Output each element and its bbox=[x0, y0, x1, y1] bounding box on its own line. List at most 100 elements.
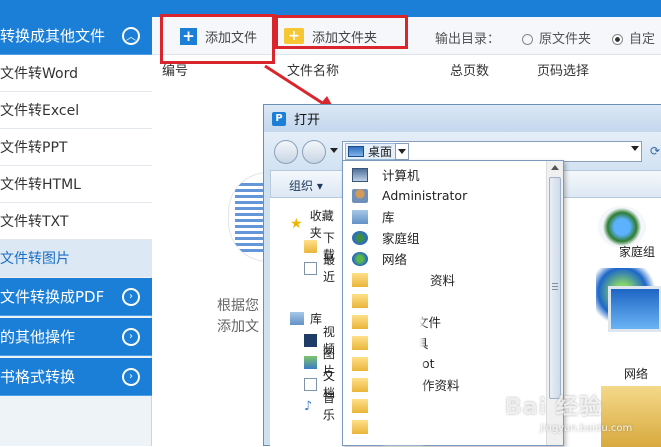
sidebar-item-label: 文件转TXT bbox=[0, 214, 69, 230]
dropdown-item-computer[interactable]: 计算机 bbox=[343, 164, 543, 185]
network-monitor-icon[interactable] bbox=[608, 286, 661, 332]
dialog-title: 打开 bbox=[294, 113, 321, 128]
radio-icon bbox=[522, 34, 533, 45]
music-icon: ♪ bbox=[304, 398, 313, 414]
hint-line: 添加文 bbox=[217, 319, 259, 335]
history-dropdown-icon[interactable] bbox=[330, 148, 338, 153]
sidebar-category-label: 文件转换成PDF bbox=[0, 288, 105, 306]
chevron-right-icon: › bbox=[122, 287, 140, 306]
folder-icon bbox=[352, 377, 368, 392]
user-icon bbox=[352, 188, 368, 203]
highlight-box-add-folder bbox=[275, 15, 408, 49]
sidebar-top-strip bbox=[0, 0, 152, 17]
desktop-icon bbox=[348, 146, 364, 157]
sidebar-item-label: 文件转HTML bbox=[0, 177, 81, 193]
dialog-nav-pane: ★ 收藏夹 下载 最近 库 视频 图片 文档 ♪ 音乐 bbox=[270, 198, 346, 447]
sidebar-category-convert-other[interactable]: 转换成其他文件 ︿ bbox=[0, 17, 152, 55]
forward-button[interactable] bbox=[302, 140, 326, 164]
dropdown-item-folder[interactable]: 文件 bbox=[343, 311, 543, 332]
folder-icon bbox=[352, 419, 368, 434]
folder-icon bbox=[352, 335, 368, 350]
redacted-area bbox=[383, 269, 423, 444]
dropdown-item-homegroup[interactable]: 家庭组 bbox=[343, 227, 543, 248]
video-icon bbox=[304, 333, 317, 347]
scroll-up-icon[interactable] bbox=[551, 165, 559, 170]
chevron-up-icon: ︿ bbox=[122, 26, 140, 45]
chevron-right-icon: › bbox=[122, 367, 140, 386]
recent-icon bbox=[304, 261, 317, 275]
watermark-logo: Bai 经验 bbox=[505, 395, 602, 420]
homegroup-label: 家庭组 bbox=[619, 245, 656, 259]
sidebar-item-html[interactable]: 文件转HTML bbox=[0, 166, 152, 203]
sidebar-item-txt[interactable]: 文件转TXT bbox=[0, 203, 152, 240]
sidebar-category-other-ops[interactable]: 的其他操作 › bbox=[0, 318, 152, 356]
document-icon bbox=[304, 377, 317, 391]
nav-libraries[interactable]: 库 bbox=[290, 308, 322, 328]
dropdown-item-label: Administrator bbox=[382, 188, 468, 203]
sidebar-item-image[interactable]: 文件转图片 bbox=[0, 240, 152, 277]
dropdown-item-label: 库 bbox=[382, 210, 395, 225]
folder-icon bbox=[352, 356, 368, 371]
folder-icon[interactable] bbox=[601, 386, 661, 447]
library-icon bbox=[290, 311, 304, 325]
sidebar-item-label: 文件转图片 bbox=[0, 251, 70, 267]
sidebar: 转换成其他文件 ︿ 文件转Word 文件转Excel 文件转PPT 文件转HTM… bbox=[0, 0, 152, 446]
sidebar-item-label: 文件转PPT bbox=[0, 140, 68, 156]
address-dropdown-icon[interactable] bbox=[631, 146, 639, 151]
folder-icon bbox=[352, 398, 368, 413]
sidebar-item-label: 文件转Word bbox=[0, 66, 78, 82]
back-button[interactable] bbox=[274, 140, 298, 164]
sidebar-item-excel[interactable]: 文件转Excel bbox=[0, 92, 152, 129]
address-crumb-desktop[interactable]: 桌面 bbox=[345, 143, 398, 160]
empty-document-illustration bbox=[228, 172, 268, 262]
grip-icon bbox=[552, 283, 558, 291]
crumb-dropdown-button[interactable] bbox=[395, 143, 409, 160]
dropdown-item-library[interactable]: 库 bbox=[343, 206, 543, 227]
col-number: 编号 bbox=[162, 64, 189, 79]
watermark-url: jingyan.baidu.com bbox=[540, 423, 633, 434]
dropdown-item-label: 计算机 bbox=[382, 168, 420, 183]
library-icon bbox=[352, 209, 368, 224]
radio-custom[interactable]: 自定 bbox=[612, 28, 655, 47]
radio-original-folder[interactable]: 原文件夹 bbox=[522, 28, 591, 47]
dropdown-item-label: 网络 bbox=[382, 252, 408, 267]
folder-icon bbox=[304, 239, 317, 253]
network-label: 网络 bbox=[624, 367, 649, 381]
dropdown-item-administrator[interactable]: Administrator bbox=[343, 185, 543, 206]
empty-state-hint: 根据您 添加文 bbox=[217, 296, 259, 338]
homegroup-icon[interactable] bbox=[598, 206, 646, 248]
folder-icon bbox=[352, 272, 368, 287]
radio-selected-icon bbox=[612, 34, 623, 45]
network-icon bbox=[352, 251, 368, 266]
hint-line: 根据您 bbox=[217, 298, 259, 314]
app-logo-icon: P bbox=[272, 111, 286, 126]
nav-recent[interactable]: 最近 bbox=[304, 253, 345, 284]
scroll-thumb[interactable] bbox=[549, 177, 561, 399]
nav-music[interactable]: ♪ 音乐 bbox=[304, 391, 345, 422]
star-icon: ★ bbox=[290, 216, 303, 232]
dropdown-item-folder[interactable]: ot bbox=[343, 353, 543, 374]
col-total-pages: 总页数 bbox=[450, 64, 490, 79]
chevron-down-icon bbox=[398, 149, 406, 154]
organize-button[interactable]: 组织 ▾ bbox=[289, 177, 323, 194]
sidebar-category-ebook[interactable]: 书格式转换 › bbox=[0, 358, 152, 396]
dropdown-item-folder[interactable]: 具 bbox=[343, 332, 543, 353]
sidebar-category-label: 转换成其他文件 bbox=[0, 27, 106, 45]
folder-icon bbox=[352, 293, 368, 308]
dropdown-item-folder[interactable]: 资料 bbox=[343, 269, 543, 290]
sidebar-item-ppt[interactable]: 文件转PPT bbox=[0, 129, 152, 166]
homegroup-icon bbox=[352, 230, 368, 245]
dropdown-item-folder[interactable] bbox=[343, 290, 543, 311]
sidebar-category-to-pdf[interactable]: 文件转换成PDF › bbox=[0, 278, 152, 316]
sidebar-item-label: 文件转Excel bbox=[0, 103, 80, 119]
sidebar-item-word[interactable]: 文件转Word bbox=[0, 55, 152, 92]
table-header: 编号 文件名称 总页数 页码选择 bbox=[152, 56, 661, 79]
nav-label: 库 bbox=[310, 311, 323, 326]
sidebar-category-label: 的其他操作 bbox=[0, 328, 76, 346]
address-bar[interactable]: 桌面 bbox=[342, 141, 642, 162]
computer-icon bbox=[352, 167, 368, 182]
dropdown-item-network[interactable]: 网络 bbox=[343, 248, 543, 269]
refresh-icon[interactable]: ⟳ bbox=[650, 144, 660, 158]
dropdown-item-label: ot bbox=[422, 356, 435, 371]
dialog-titlebar: P 打开 bbox=[264, 105, 661, 132]
